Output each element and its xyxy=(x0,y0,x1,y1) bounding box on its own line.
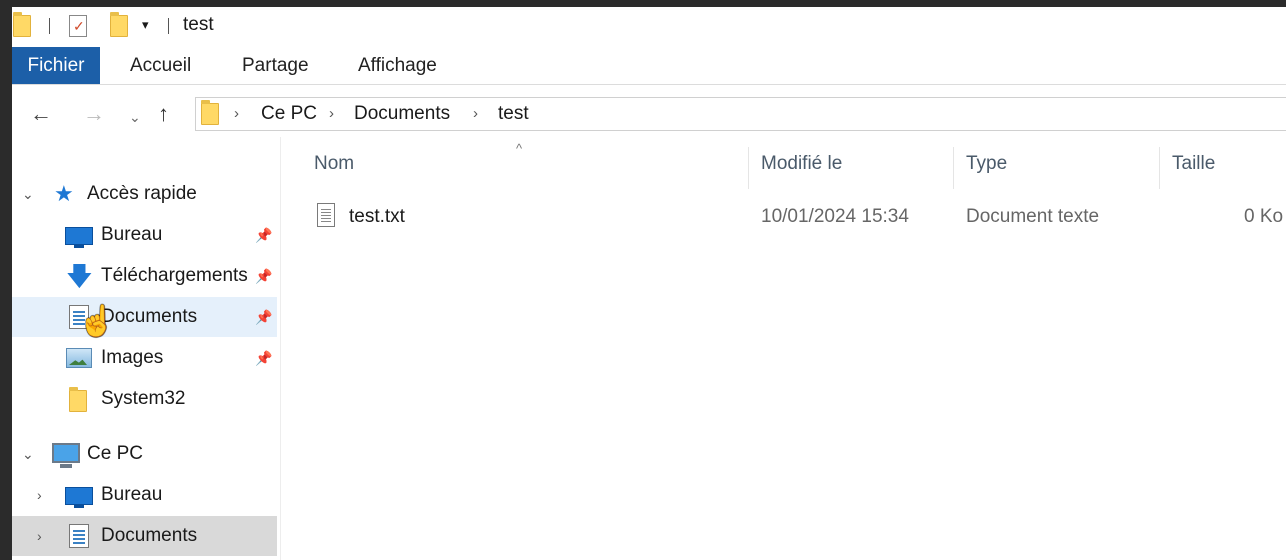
desktop-icon xyxy=(65,227,93,248)
breadcrumb-ce-pc[interactable]: Ce PC xyxy=(261,102,317,126)
expand-chevron-icon[interactable]: ⌄ xyxy=(22,444,34,464)
breadcrumb-separator[interactable]: › xyxy=(234,103,239,125)
breadcrumb-separator[interactable]: › xyxy=(329,103,334,125)
navigation-bar: ← → ⌄ ↑ › Ce PC › Documents › test xyxy=(12,94,1286,134)
title-separator xyxy=(168,18,169,34)
navigation-pane: ⌄ ★ Accès rapide Bureau 📌 🡇 Téléchargeme… xyxy=(12,137,280,560)
explorer-window: ✓ ▾ test Fichier Accueil Partage Afficha… xyxy=(12,7,1286,560)
sidebar-item-label: Images xyxy=(101,347,164,368)
desktop-icon xyxy=(65,487,93,508)
pin-icon: 📌 xyxy=(255,309,273,325)
new-folder-icon[interactable] xyxy=(110,12,128,37)
hand-cursor-icon: ☝ xyxy=(78,305,116,338)
file-size: 0 Ko xyxy=(1244,206,1284,227)
column-header-taille[interactable]: Taille xyxy=(1172,152,1215,176)
download-icon: 🡇 xyxy=(66,261,93,291)
forward-arrow-icon[interactable]: → xyxy=(83,100,105,128)
expand-chevron-icon[interactable]: ⌄ xyxy=(22,184,34,204)
sidebar-item-bureau[interactable]: Bureau 📌 xyxy=(12,215,277,255)
tab-affichage[interactable]: Affichage xyxy=(358,47,437,84)
column-header-modifie-le[interactable]: Modifié le xyxy=(761,152,842,176)
title-separator xyxy=(49,18,50,34)
tab-accueil[interactable]: Accueil xyxy=(130,47,191,84)
window-title: test xyxy=(183,14,214,35)
collapse-chevron-icon[interactable]: › xyxy=(37,485,42,505)
pin-icon: 📌 xyxy=(255,268,273,284)
address-bar[interactable]: › Ce PC › Documents › test xyxy=(195,97,1286,131)
sidebar-item-label: Ce PC xyxy=(87,443,143,464)
column-header-type[interactable]: Type xyxy=(966,152,1007,176)
column-divider[interactable] xyxy=(1159,147,1160,189)
title-bar: ✓ ▾ test xyxy=(12,7,1286,44)
file-list: ^ Nom Modifié le Type Taille test.txt 10… xyxy=(281,137,1286,560)
breadcrumb-documents[interactable]: Documents xyxy=(354,102,450,126)
breadcrumb-separator[interactable]: › xyxy=(473,103,478,125)
pin-icon: 📌 xyxy=(255,350,273,366)
back-arrow-icon[interactable]: ← xyxy=(30,100,52,128)
file-modified: 10/01/2024 15:34 xyxy=(761,206,909,227)
text-file-icon xyxy=(317,203,335,227)
column-divider[interactable] xyxy=(748,147,749,189)
sidebar-item-acces-rapide[interactable]: ⌄ ★ Accès rapide xyxy=(12,174,277,214)
collapse-chevron-icon[interactable]: › xyxy=(37,526,42,546)
sidebar-item-images[interactable]: Images 📌 xyxy=(12,338,277,378)
sidebar-item-pc-bureau[interactable]: › Bureau xyxy=(12,475,277,515)
column-divider[interactable] xyxy=(953,147,954,189)
breadcrumb-test[interactable]: test xyxy=(498,102,529,126)
pin-icon: 📌 xyxy=(255,227,273,243)
sidebar-item-label: Accès rapide xyxy=(87,183,197,204)
sidebar-item-documents[interactable]: Documents 📌 xyxy=(12,297,277,337)
folder-icon xyxy=(201,100,219,125)
sidebar-item-label: System32 xyxy=(101,388,186,409)
sidebar-item-label: Documents xyxy=(101,306,198,327)
tab-partage[interactable]: Partage xyxy=(242,47,309,84)
computer-icon xyxy=(52,443,80,468)
recent-locations-icon[interactable]: ⌄ xyxy=(129,103,141,131)
folder-icon xyxy=(13,12,31,37)
customize-quick-access-icon[interactable]: ▾ xyxy=(142,17,149,33)
file-row[interactable]: test.txt 10/01/2024 15:34 Document texte… xyxy=(311,199,1286,235)
sort-ascending-icon: ^ xyxy=(516,141,523,156)
documents-icon xyxy=(69,524,89,548)
sidebar-item-pc-documents[interactable]: › Documents xyxy=(12,516,277,556)
properties-icon[interactable]: ✓ xyxy=(69,15,87,37)
sidebar-item-label: Bureau xyxy=(101,224,163,245)
ribbon-tabs: Fichier Accueil Partage Affichage xyxy=(12,47,1286,85)
sidebar-item-telechargements[interactable]: 🡇 Téléchargements 📌 xyxy=(12,256,277,296)
sidebar-item-label: Téléchargements xyxy=(101,265,248,286)
file-type: Document texte xyxy=(966,206,1100,227)
sidebar-item-label: Documents xyxy=(101,525,198,546)
star-icon: ★ xyxy=(54,181,74,206)
sidebar-item-ce-pc[interactable]: ⌄ Ce PC xyxy=(12,434,277,474)
sidebar-item-label: Bureau xyxy=(101,484,163,505)
up-arrow-icon[interactable]: ↑ xyxy=(158,100,169,128)
sidebar-item-system32[interactable]: System32 xyxy=(12,379,277,419)
tab-fichier[interactable]: Fichier xyxy=(12,47,100,84)
images-icon xyxy=(66,348,92,368)
file-name: test.txt xyxy=(349,206,405,227)
folder-icon xyxy=(69,387,87,412)
column-header-nom[interactable]: Nom xyxy=(314,152,354,176)
